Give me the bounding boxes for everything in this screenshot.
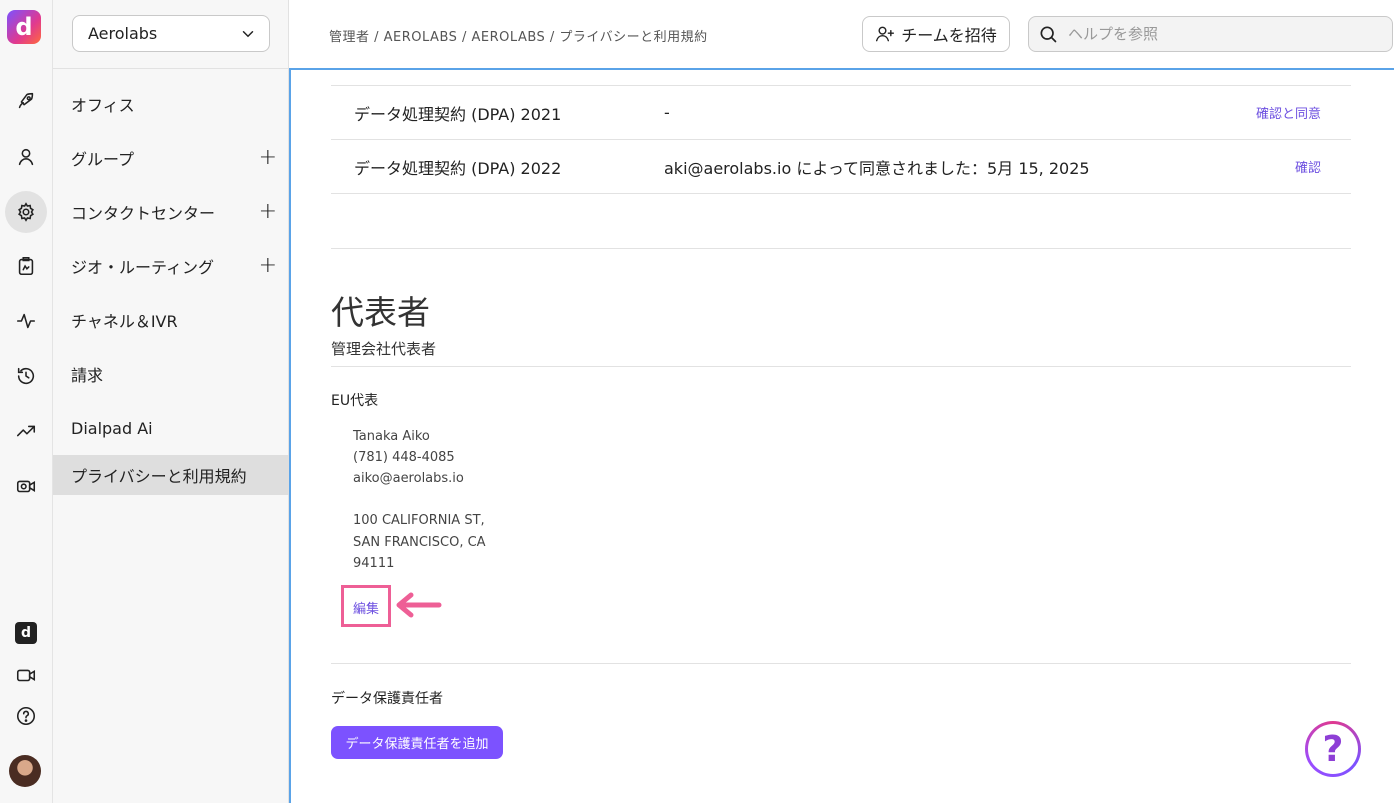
help-icon[interactable] [5,695,47,737]
dpa-name: データ処理契約 (DPA) 2022 [354,158,562,178]
history-icon[interactable] [5,355,47,397]
dpa-status: aki@aerolabs.io によって同意されました：5月 15, 2025 [664,158,1090,178]
sidebar-item-groups[interactable]: グループ + [53,131,289,185]
divider [331,193,1351,194]
table-row: データ処理契約 (DPA) 2021 - 確認と同意 [331,86,1351,139]
divider [331,663,1351,664]
eu-representative-heading: EU代表 [331,393,379,409]
trending-icon[interactable] [5,410,47,452]
add-person-icon [876,26,895,42]
sidebar-item-channels-ivr[interactable]: チャネル＆IVR [53,293,289,347]
avatar[interactable] [9,755,41,787]
rep-address-line2: SAN FRANCISCO, CA [353,535,486,550]
add-dpo-button[interactable]: データ保護責任者を追加 [331,726,503,759]
divider [331,248,1351,249]
arrow-left-icon [396,592,442,618]
top-bar: 管理者 / AEROLABS / AEROLABS / プライバシーと利用規約 … [290,0,1394,68]
rocket-icon[interactable] [5,80,47,122]
review-agree-link[interactable]: 確認と同意 [1256,103,1321,122]
activity-icon[interactable] [5,300,47,342]
sidebar-nav: オフィス グループ + コンタクトセンター + ジオ・ルーティング + チャネル… [53,77,289,495]
sidebar-item-geo-routing[interactable]: ジオ・ルーティング + [53,239,289,293]
rep-phone: (781) 448-4085 [353,450,455,465]
table-row: データ処理契約 (DPA) 2022 aki@aerolabs.io によって同… [331,140,1351,193]
question-mark-icon: ? [1308,724,1358,774]
dialpad-ai-icon[interactable]: d [5,612,47,654]
sidebar-item-label: Dialpad Ai [71,418,153,438]
icon-rail: d d [0,0,53,803]
search-input[interactable] [1068,25,1368,43]
sidebar-item-label: 請求 [71,366,104,385]
sidebar-item-office[interactable]: オフィス [53,77,289,131]
logo-letter: d [15,13,33,41]
main-content: データ処理契約 (DPA) 2021 - 確認と同意 データ処理契約 (DPA)… [289,68,1394,803]
dialpad-logo[interactable]: d [7,10,41,44]
review-link[interactable]: 確認 [1295,157,1321,176]
rep-address-line1: 100 CALIFORNIA ST, [353,513,485,528]
sidebar-item-dialpad-ai[interactable]: Dialpad Ai [53,401,289,455]
sidebar-divider [53,68,289,69]
sidebar-item-contact-center[interactable]: コンタクトセンター + [53,185,289,239]
help-fab-button[interactable]: ? [1305,721,1361,777]
dpa-name: データ処理契約 (DPA) 2021 [354,104,562,124]
sidebar-item-label: プライバシーと利用規約 [71,467,247,486]
sidebar-item-billing[interactable]: 請求 [53,347,289,401]
sidebar-item-privacy-terms[interactable]: プライバシーと利用規約 [53,455,289,495]
edit-link[interactable]: 編集 [353,598,379,617]
sidebar-item-label: コンタクトセンター [71,204,216,223]
invite-team-label: チームを招待 [901,28,997,45]
org-select[interactable]: Aerolabs [72,15,270,52]
person-icon[interactable] [5,136,47,178]
help-search[interactable] [1028,16,1393,52]
breadcrumb: 管理者 / AEROLABS / AEROLABS / プライバシーと利用規約 [329,30,708,45]
clipboard-icon[interactable] [5,245,47,287]
section-subtitle: 管理会社代表者 [331,340,437,358]
rep-name: Tanaka Aiko [353,429,430,444]
camera-icon[interactable] [5,465,47,507]
sidebar-item-label: チャネル＆IVR [71,312,178,331]
gear-icon[interactable] [5,191,47,233]
sidebar-item-label: ジオ・ルーティング [71,258,215,277]
dialpad-ai-letter: d [15,622,37,644]
rep-zip: 94111 [353,556,395,571]
invite-team-button[interactable]: チームを招待 [862,16,1010,52]
plus-icon[interactable]: + [259,255,277,277]
dpo-heading: データ保護責任者 [331,691,443,707]
rep-email: aiko@aerolabs.io [353,471,464,486]
sidebar-item-label: グループ [71,150,135,169]
dpa-status: - [664,103,670,122]
divider [331,366,1351,367]
plus-icon[interactable]: + [259,147,277,169]
search-icon [1040,26,1057,43]
video-icon[interactable] [5,654,47,696]
settings-sidebar: Aerolabs オフィス グループ + コンタクトセンター + ジオ・ルーティ… [53,0,289,803]
chevron-down-icon [242,30,254,37]
org-select-value: Aerolabs [88,24,158,43]
plus-icon[interactable]: + [259,201,277,223]
page-title: 代表者 [331,293,430,332]
sidebar-item-label: オフィス [71,96,135,115]
